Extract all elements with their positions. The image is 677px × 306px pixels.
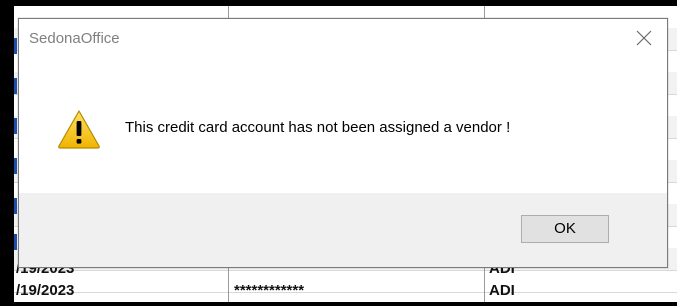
warning-icon	[58, 110, 100, 149]
table-cell-masked-card: ************	[234, 282, 305, 299]
row-marker	[14, 198, 17, 214]
row-marker	[14, 38, 17, 54]
dialog-content: This credit card account has not been as…	[19, 57, 667, 193]
message-dialog: SedonaOffice This credit card account ha…	[18, 18, 668, 268]
close-icon	[636, 30, 652, 46]
table-cell-vendor: ADI	[489, 282, 515, 299]
row-marker	[14, 234, 17, 250]
close-button[interactable]	[621, 19, 667, 57]
row-marker	[14, 78, 17, 94]
dialog-footer: OK	[19, 193, 667, 267]
dialog-titlebar[interactable]: SedonaOffice	[19, 19, 667, 57]
ok-button[interactable]: OK	[521, 215, 609, 243]
table-row	[14, 270, 677, 293]
dialog-message: This credit card account has not been as…	[125, 119, 511, 136]
row-marker	[14, 158, 17, 174]
dialog-title: SedonaOffice	[29, 30, 120, 47]
row-marker	[14, 118, 17, 134]
table-cell-date: /19/2023	[16, 282, 75, 299]
